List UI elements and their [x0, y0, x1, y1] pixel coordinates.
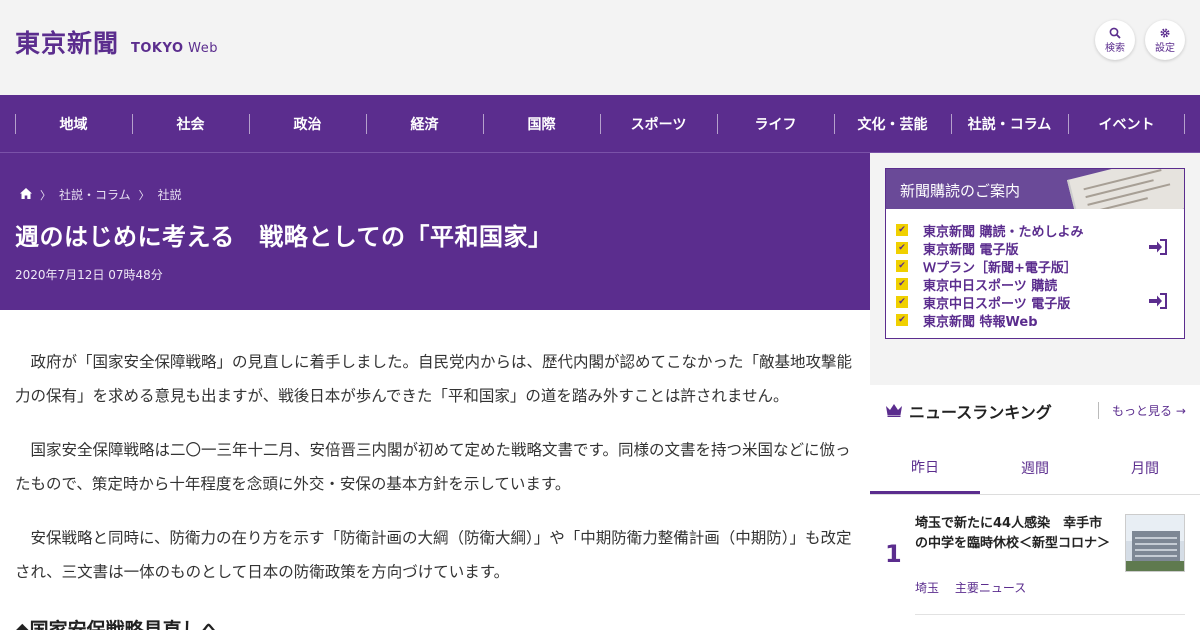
checkbox-icon: ✔ — [896, 242, 908, 254]
subscription-item-label: 東京中日スポーツ 購読 — [923, 278, 1058, 294]
news-ranking: ニュースランキング もっと見る → 昨日 週間 月間 1 埼玉で新たに44人感染… — [870, 385, 1200, 630]
nav-item-international[interactable]: 国際 — [483, 95, 600, 153]
ranking-tabs: 昨日 週間 月間 — [870, 442, 1200, 495]
nav-item-sports[interactable]: スポーツ — [600, 95, 717, 153]
ranking-number: 1 — [885, 540, 902, 568]
ranking-category[interactable]: 埼玉 — [915, 581, 939, 595]
checkbox-icon: ✔ — [896, 260, 908, 272]
divider — [915, 614, 1185, 615]
subscription-item-label: 東京新聞 購読・ためしよみ — [923, 224, 1084, 240]
subscription-list: ✔ 東京新聞 購読・ためしよみ ✔ 東京新聞 電子版 ✔ Ｗプラン［新聞+電子版］ ✔… — [896, 221, 1176, 330]
nav-item-economy[interactable]: 経済 — [366, 95, 483, 153]
ranking-tag[interactable]: 主要ニュース — [955, 581, 1026, 595]
more-link-label: もっと見る — [1112, 404, 1173, 418]
nav-item-events[interactable]: イベント — [1068, 95, 1185, 153]
article-paragraph: 政府が「国家安全保障戦略」の見直しに着手しました。自民党内からは、歴代内閣が認め… — [15, 353, 853, 405]
search-icon — [1109, 27, 1121, 40]
article-body: 政府が「国家安全保障戦略」の見直しに着手しました。自民党内からは、歴代内閣が認め… — [0, 310, 870, 630]
subscription-item[interactable]: ✔ 東京中日スポーツ 購読 — [896, 275, 1176, 294]
article-header: 〉 社説・コラム 〉 社説 週のはじめに考える 戦略としての「平和国家」 202… — [0, 153, 870, 310]
subscription-item-label: 東京新聞 電子版 — [923, 242, 1019, 258]
article-paragraph: 国家安全保障戦略は二〇一三年十二月、安倍晋三内閣が初めて定めた戦略文書です。同様… — [15, 441, 851, 493]
sidebar: 新聞購読のご案内 ✔ 東京新聞 購読・ためしよみ ✔ 東京新聞 電子版 ✔ Ｗプラン［… — [870, 153, 1200, 630]
search-button[interactable]: 検索 — [1095, 20, 1135, 60]
logo-english: TOKYO Web — [131, 41, 218, 56]
site-logo[interactable]: 東京新聞 TOKYO Web — [15, 24, 218, 60]
ranking-more-link[interactable]: もっと見る → — [1098, 402, 1186, 419]
article-subheading: ◆国家安保戦略見直しへ — [15, 619, 220, 630]
breadcrumb-item-editorial[interactable]: 社説 — [158, 186, 182, 203]
checkbox-icon: ✔ — [896, 278, 908, 290]
nav-item-region[interactable]: 地域 — [15, 95, 132, 153]
logo-english-bold: TOKYO — [131, 41, 184, 56]
subscription-item[interactable]: ✔ 東京新聞 購読・ためしよみ — [896, 221, 1176, 240]
breadcrumb: 〉 社説・コラム 〉 社説 — [20, 186, 182, 203]
subscription-item[interactable]: ✔ 東京中日スポーツ 電子版 — [896, 293, 1176, 312]
chevron-right-icon: 〉 — [138, 188, 150, 202]
subscription-box: 新聞購読のご案内 ✔ 東京新聞 購読・ためしよみ ✔ 東京新聞 電子版 ✔ Ｗプラン［… — [885, 168, 1185, 339]
newspaper-image — [1066, 169, 1184, 209]
chevron-right-icon: 〉 — [40, 188, 51, 202]
tab-monthly[interactable]: 月間 — [1090, 442, 1200, 494]
home-icon[interactable] — [20, 187, 32, 202]
nav-items: 地域 社会 政治 経済 国際 スポーツ ライフ 文化・芸能 社説・コラム イベン… — [15, 95, 1185, 153]
settings-label: 設定 — [1155, 42, 1175, 54]
tab-weekly[interactable]: 週間 — [980, 442, 1090, 494]
subscription-item[interactable]: ✔ Ｗプラン［新聞+電子版］ — [896, 257, 1176, 276]
nav-item-society[interactable]: 社会 — [132, 95, 249, 153]
gear-icon — [1159, 27, 1171, 40]
subscription-banner[interactable]: 新聞購読のご案内 — [886, 169, 1184, 209]
arrow-right-icon: → — [1175, 404, 1186, 418]
article-date: 2020年7月12日 07時48分 — [15, 268, 163, 282]
article-paragraph: 安保戦略と同時に、防衛力の在り方を示す「防衛計画の大綱（防衛大綱）」や「中期防衛… — [15, 529, 852, 581]
ranking-header: ニュースランキング — [885, 399, 1052, 423]
ranking-title: ニュースランキング — [909, 403, 1052, 422]
search-label: 検索 — [1105, 42, 1125, 54]
subscription-item[interactable]: ✔ 東京新聞 電子版 — [896, 239, 1176, 258]
checkbox-icon: ✔ — [896, 224, 908, 236]
ranking-item[interactable]: 1 埼玉で新たに44人感染 幸手市の中学を臨時休校＜新型コロナ＞ 埼玉 主要ニュ… — [870, 497, 1200, 617]
breadcrumb-item-editorials[interactable]: 社説・コラム — [59, 186, 131, 203]
checkbox-icon: ✔ — [896, 314, 908, 326]
ranking-thumbnail[interactable] — [1125, 514, 1185, 572]
subscription-title: 新聞購読のご案内 — [900, 182, 1021, 200]
nav-item-life[interactable]: ライフ — [717, 95, 834, 153]
crown-icon — [885, 402, 903, 421]
tab-yesterday[interactable]: 昨日 — [870, 442, 980, 494]
nav-item-politics[interactable]: 政治 — [249, 95, 366, 153]
login-icon[interactable] — [1149, 239, 1167, 260]
logo-english-light: Web — [188, 41, 218, 56]
subscription-item[interactable]: ✔ 東京新聞 特報Web — [896, 311, 1176, 330]
subscription-item-label: Ｗプラン［新聞+電子版］ — [923, 260, 1077, 276]
nav-item-culture[interactable]: 文化・芸能 — [834, 95, 951, 153]
subscription-item-label: 東京新聞 特報Web — [923, 314, 1038, 330]
ranking-meta: 埼玉 主要ニュース — [915, 579, 1026, 596]
article-title: 週のはじめに考える 戦略としての「平和国家」 — [15, 223, 553, 251]
login-icon[interactable] — [1149, 293, 1167, 314]
main-navigation: 地域 社会 政治 経済 国際 スポーツ ライフ 文化・芸能 社説・コラム イベン… — [0, 95, 1200, 153]
logo-japanese: 東京新聞 — [15, 29, 120, 58]
nav-item-editorials[interactable]: 社説・コラム — [951, 95, 1068, 153]
subscription-item-label: 東京中日スポーツ 電子版 — [923, 296, 1071, 312]
site-header: 東京新聞 TOKYO Web 検索 設定 — [0, 0, 1200, 95]
ranking-headline[interactable]: 埼玉で新たに44人感染 幸手市の中学を臨時休校＜新型コロナ＞ — [915, 514, 1115, 554]
checkbox-icon: ✔ — [896, 296, 908, 308]
settings-button[interactable]: 設定 — [1145, 20, 1185, 60]
